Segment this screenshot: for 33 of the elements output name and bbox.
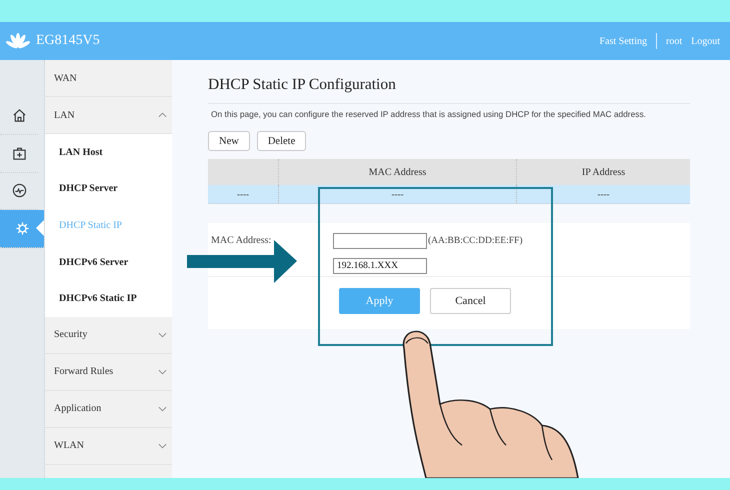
submenu-item[interactable]: DHCP Server <box>45 170 172 208</box>
table-row[interactable]: ---- ---- ---- <box>208 185 690 204</box>
column-header: MAC Address <box>278 159 516 185</box>
format-hint: (AA:BB:CC:DD:EE:FF) <box>428 236 522 246</box>
chevron-icon <box>158 112 167 118</box>
menu-item[interactable]: Security <box>45 316 172 354</box>
field-label: MAC Address: <box>211 235 272 246</box>
pulse-gauge-icon[interactable] <box>12 183 26 198</box>
input-field[interactable]: 192.168.1.XXX <box>333 258 427 274</box>
menu-item[interactable]: WAN <box>45 60 172 97</box>
toolbar-button[interactable]: Delete <box>256 131 306 151</box>
page-description: On this page, you can configure the reserved IP address that is assigned using DHCP for the specified MAC address. <box>211 109 647 119</box>
submenu-item[interactable]: DHCPv6 Static IP <box>45 280 172 317</box>
settings-icon[interactable] <box>14 220 30 236</box>
home-icon[interactable] <box>12 108 26 124</box>
column-header: IP Address <box>516 159 690 185</box>
column-header <box>208 159 278 185</box>
chevron-icon <box>158 442 167 449</box>
menu-item[interactable]: Application <box>45 390 172 428</box>
chevron-icon <box>158 406 167 412</box>
chevron-icon <box>158 332 167 338</box>
page-title: DHCP Static IP Configuration <box>208 76 690 104</box>
medical-kit-icon[interactable] <box>12 146 26 161</box>
submenu-item[interactable]: LAN Host <box>45 134 172 171</box>
chevron-icon <box>158 368 167 375</box>
petal-logo-icon <box>4 31 32 51</box>
cancel-button[interactable]: Cancel <box>430 288 511 314</box>
model-name: EG8145V5 <box>36 33 100 49</box>
toolbar-button[interactable]: New <box>208 131 250 151</box>
input-field[interactable] <box>333 232 427 248</box>
submenu-item[interactable]: DHCPv6 Server <box>45 244 172 280</box>
menu-item[interactable]: Forward Rules <box>45 354 172 391</box>
menu-item[interactable]: WLAN <box>45 428 172 465</box>
